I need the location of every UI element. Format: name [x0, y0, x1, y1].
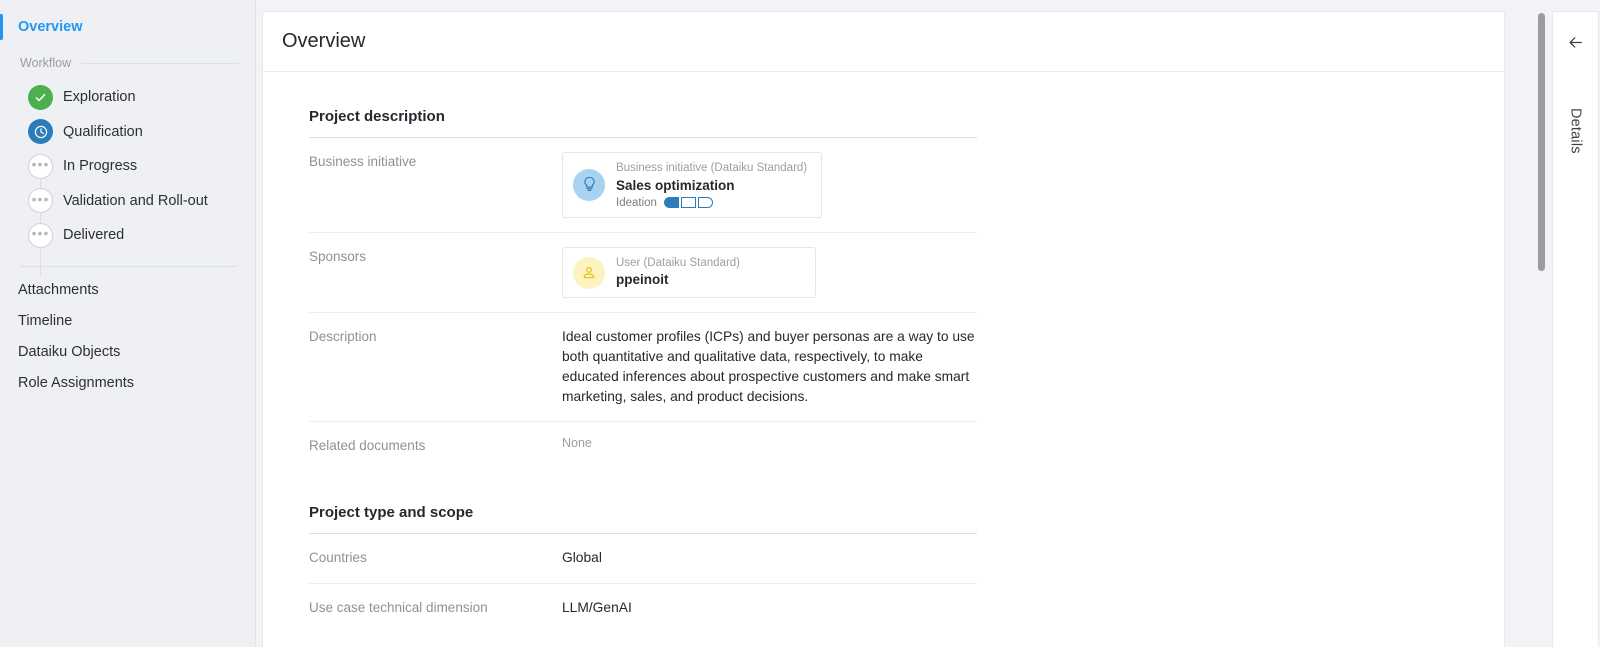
section-project-type-and-scope: Project type and scope Countries Global …: [309, 472, 977, 634]
section-related-items: Related items: [309, 634, 977, 647]
dots-circle-icon: •••: [28, 153, 53, 179]
scrollbar-thumb[interactable]: [1538, 13, 1545, 271]
field-value: LLM/GenAI: [562, 598, 977, 618]
workflow-step-label: Validation and Roll-out: [63, 192, 208, 209]
user-icon: [573, 256, 605, 289]
field-row-business-initiative: Business initiative Business initiative …: [309, 138, 977, 233]
dots-circle-icon: •••: [28, 222, 53, 248]
chip-name: Sales optimization: [616, 177, 735, 193]
field-label: Related documents: [309, 438, 426, 454]
sidebar-workflow-label: Workflow: [20, 56, 72, 70]
card-header: Overview: [263, 12, 1504, 72]
field-row-sponsors: Sponsors User (Dataiku Standard) ppeinoi…: [309, 233, 977, 314]
workflow-step-in-progress[interactable]: ••• In Progress: [0, 149, 255, 184]
workflow-step-exploration[interactable]: Exploration: [0, 80, 255, 115]
chip-kind: Business initiative (Dataiku Standard): [616, 162, 808, 174]
dots-glyph: •••: [31, 225, 50, 242]
workflow-step-label: Exploration: [63, 89, 136, 106]
countries-value: Global: [562, 550, 602, 566]
page-title: Overview: [282, 30, 366, 52]
chip-name: ppeinoit: [616, 272, 669, 288]
sidebar-workflow-header: Workflow: [20, 56, 239, 70]
sidebar-item-dataiku-objects[interactable]: Dataiku Objects: [0, 337, 255, 368]
field-value: Business initiative (Dataiku Standard) S…: [562, 152, 977, 218]
chip-meta: User (Dataiku Standard) ppeinoit: [616, 256, 740, 290]
field-value: Global: [562, 548, 977, 568]
progress-pill-2: [680, 197, 696, 209]
field-label: Use case technical dimension: [309, 600, 488, 616]
related-documents-value: None: [562, 436, 592, 451]
field-label: Business initiative: [309, 154, 417, 169]
field-label: Description: [309, 329, 377, 345]
progress-pill-1: [663, 197, 679, 209]
workflow-step-qualification[interactable]: Qualification: [0, 115, 255, 150]
use-case-technical-dimension-value: LLM/GenAI: [562, 600, 632, 616]
chip-status-text: Ideation: [616, 196, 657, 209]
sidebar-item-role-assignments[interactable]: Role Assignments: [0, 368, 255, 399]
card-body: Project description Business initiative: [263, 72, 1504, 647]
sidebar-secondary-nav: Attachments Timeline Dataiku Objects Rol…: [0, 267, 255, 399]
chip-meta: Business initiative (Dataiku Standard) S…: [616, 161, 807, 209]
details-tab-label[interactable]: Details: [1568, 108, 1584, 154]
main-content-area: Overview Project description Business in…: [256, 0, 1546, 647]
check-circle-icon: [28, 84, 53, 110]
sponsor-chip[interactable]: User (Dataiku Standard) ppeinoit: [562, 246, 816, 299]
progress-pills: [663, 197, 713, 209]
chip-kind: User (Dataiku Standard): [616, 256, 740, 269]
workflow-step-label: Qualification: [63, 123, 143, 140]
field-value: Ideal customer profiles (ICPs) and buyer…: [562, 327, 977, 407]
sidebar-top-nav: Overview: [0, 12, 255, 42]
dots-circle-icon: •••: [28, 188, 53, 214]
section-title: Project type and scope: [309, 504, 474, 522]
field-row-description: Description Ideal customer profiles (ICP…: [309, 313, 977, 423]
workflow-step-label: Delivered: [63, 227, 125, 244]
workflow-step-validation-and-roll-out[interactable]: ••• Validation and Roll-out: [0, 184, 255, 219]
field-value: None: [562, 436, 977, 450]
section-title: Related items: [309, 634, 977, 647]
details-panel-collapsed: Details: [1552, 11, 1599, 647]
lightbulb-icon: [573, 168, 605, 201]
dots-glyph: •••: [31, 156, 50, 173]
progress-pill-3: [697, 197, 713, 209]
section-project-description: Project description Business initiative: [309, 72, 977, 472]
field-value: User (Dataiku Standard) ppeinoit: [562, 246, 977, 299]
sidebar-item-overview[interactable]: Overview: [0, 12, 255, 42]
workflow-steps-list: Exploration Qualification ••• In Progres…: [0, 74, 255, 277]
field-row-countries: Countries Global: [309, 534, 977, 585]
field-label: Sponsors: [309, 248, 367, 264]
dots-glyph: •••: [31, 190, 50, 207]
description-text: Ideal customer profiles (ICPs) and buyer…: [562, 329, 975, 405]
business-initiative-chip[interactable]: Business initiative (Dataiku Standard) S…: [562, 152, 823, 218]
sidebar-item-overview-label: Overview: [18, 19, 83, 35]
sidebar-item-attachments[interactable]: Attachments: [0, 275, 255, 306]
right-rail: Details: [1546, 0, 1600, 647]
field-label: Countries: [309, 550, 367, 566]
arrow-left-icon[interactable]: [1562, 28, 1590, 56]
field-row-related-documents: Related documents None: [309, 422, 977, 472]
active-indicator-bar: [0, 14, 3, 40]
overview-card: Overview Project description Business in…: [262, 11, 1505, 647]
sidebar-item-timeline[interactable]: Timeline: [0, 306, 255, 337]
section-title: Project description: [309, 108, 445, 125]
left-sidebar: Overview Workflow Exploration Qualificat…: [0, 0, 256, 647]
field-row-use-case-technical-dimension: Use case technical dimension LLM/GenAI: [309, 584, 977, 634]
workflow-step-delivered[interactable]: ••• Delivered: [0, 218, 255, 253]
chip-status-line: Ideation: [616, 197, 807, 209]
workflow-step-label: In Progress: [63, 158, 138, 175]
clock-circle-icon: [28, 119, 53, 145]
vertical-scrollbar[interactable]: [1537, 11, 1546, 647]
app-root: Overview Workflow Exploration Qualificat…: [0, 0, 1600, 647]
divider: [81, 62, 239, 64]
